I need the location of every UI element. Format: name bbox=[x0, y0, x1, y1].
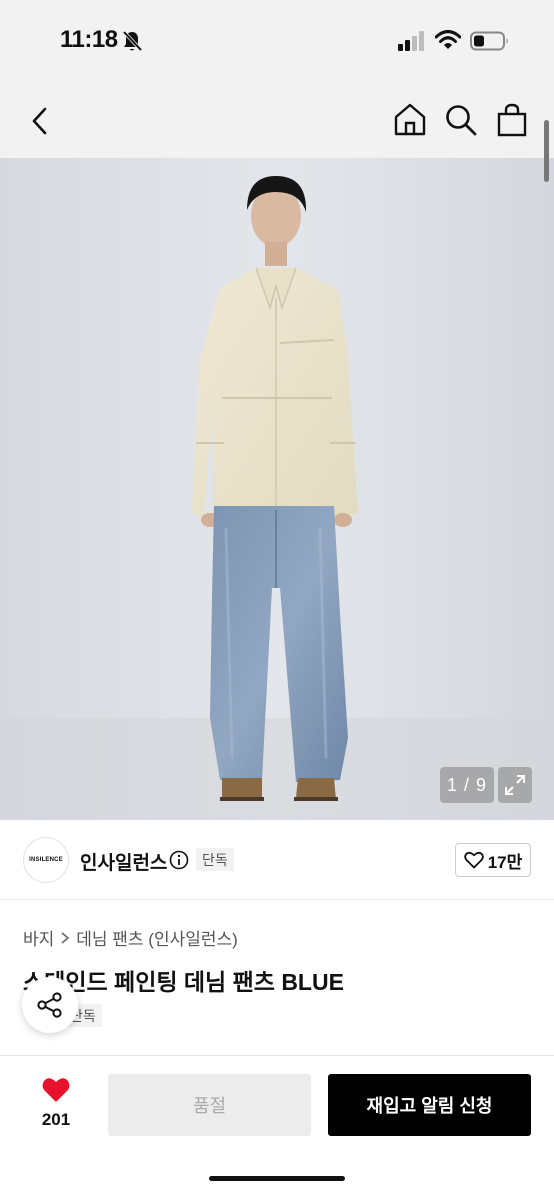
chevron-right-icon bbox=[61, 931, 70, 944]
wishlist-count: 201 bbox=[41, 1110, 71, 1129]
wishlist-button[interactable]: 201 bbox=[30, 1076, 82, 1136]
expand-button[interactable] bbox=[498, 767, 532, 803]
home-indicator bbox=[209, 1176, 345, 1181]
brand-name[interactable]: 인사일런스 bbox=[80, 848, 167, 875]
breadcrumb-category[interactable]: 바지 bbox=[23, 925, 54, 950]
signal-icon bbox=[398, 31, 424, 51]
expand-icon bbox=[505, 775, 525, 795]
breadcrumb-subcategory[interactable]: 데님 팬츠 (인사일런스) bbox=[76, 925, 238, 950]
status-time: 11:18 bbox=[60, 26, 118, 53]
brand-like-count: 17만 bbox=[487, 852, 523, 872]
brand-like-button[interactable]: 17만 bbox=[455, 843, 531, 877]
back-icon[interactable] bbox=[26, 104, 56, 138]
product-image[interactable] bbox=[0, 158, 554, 820]
share-icon bbox=[37, 992, 62, 1018]
brand-logo-text: INSILENCE bbox=[29, 857, 63, 863]
brand-row: INSILENCE 인사일런스 단독 17만 bbox=[0, 820, 554, 900]
status-bar: 11:18 bbox=[0, 0, 554, 84]
wifi-icon bbox=[435, 30, 461, 49]
restock-alert-button[interactable]: 재입고 알림 신청 bbox=[328, 1074, 531, 1136]
heart-filled-icon bbox=[42, 1078, 70, 1102]
heart-outline-icon bbox=[463, 851, 484, 869]
image-counter: 1 / 9 bbox=[440, 767, 494, 803]
exclusive-badge: 단독 bbox=[196, 848, 234, 871]
breadcrumb: 바지 데님 팬츠 (인사일런스) bbox=[23, 925, 238, 950]
brand-logo[interactable]: INSILENCE bbox=[23, 837, 69, 883]
soldout-button[interactable]: 품절 bbox=[108, 1074, 311, 1136]
info-icon[interactable] bbox=[169, 850, 189, 870]
home-icon[interactable] bbox=[392, 102, 428, 138]
share-button[interactable] bbox=[22, 977, 78, 1033]
bag-icon[interactable] bbox=[494, 102, 530, 138]
scrollbar[interactable] bbox=[544, 120, 549, 182]
bell-off-icon bbox=[122, 30, 142, 52]
product-photo bbox=[0, 158, 554, 820]
top-nav-bar bbox=[0, 84, 554, 158]
battery-icon bbox=[470, 31, 508, 51]
search-icon[interactable] bbox=[443, 102, 479, 138]
